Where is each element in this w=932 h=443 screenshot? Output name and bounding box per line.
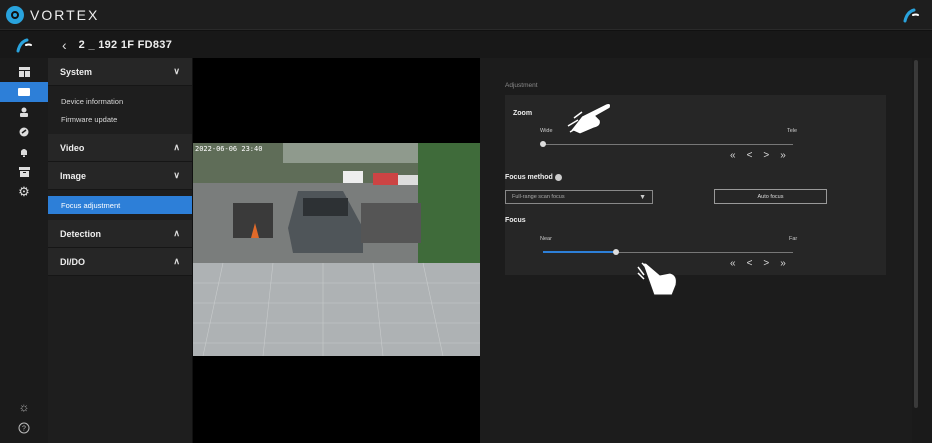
pointing-hand-icon (567, 103, 611, 135)
archive-icon (18, 167, 30, 177)
chevron-up-icon: ∧ (173, 142, 180, 152)
menu-item-firmware-update[interactable]: Firmware update (48, 110, 192, 128)
menu-section-video[interactable]: Video ∧ (48, 134, 192, 162)
focus-step-far-near-button[interactable]: « (730, 258, 736, 269)
icon-rail: ⚙ ☼ ? (0, 58, 48, 443)
info-icon[interactable] (555, 174, 562, 181)
menu-item-focus-adjustment[interactable]: Focus adjustment (48, 196, 192, 214)
settings-menu: System ∨ Device information Firmware upda… (48, 58, 193, 443)
vortex-swoosh-icon[interactable] (902, 6, 920, 24)
focus-slider-fill (543, 251, 616, 253)
rail-camera[interactable] (0, 82, 48, 102)
menu-item-device-information[interactable]: Device information (48, 92, 192, 110)
focus-step-far-far-button[interactable]: » (780, 258, 786, 269)
focus-step-near-button[interactable]: < (747, 258, 753, 269)
page-scrollbar[interactable] (912, 58, 932, 443)
adjustment-pane: Adjustment Zoom Wide Tele « < > » Focus … (480, 58, 912, 443)
focus-label: Focus (505, 217, 526, 224)
zoom-step-far-tele-button[interactable]: » (780, 150, 786, 161)
focus-step-far-button[interactable]: > (763, 258, 769, 269)
svg-text:?: ? (22, 426, 26, 433)
camera-live-view[interactable]: 2022-06-06 23:40 (193, 143, 480, 356)
zoom-step-tele-button[interactable]: > (763, 150, 769, 161)
help-icon[interactable]: ? (0, 422, 48, 434)
focus-near-label: Near (540, 236, 552, 242)
rail-tag[interactable] (0, 122, 48, 142)
zoom-step-far-wide-button[interactable]: « (730, 150, 736, 161)
rail-user[interactable] (0, 102, 48, 122)
chevron-left-icon[interactable]: ‹ (62, 37, 67, 53)
image-sub-list: Focus adjustment (48, 190, 192, 220)
section-label: Video (60, 142, 85, 153)
focus-far-label: Far (789, 236, 798, 242)
rail-settings[interactable]: ⚙ (0, 182, 48, 202)
chevron-up-icon: ∧ (173, 228, 180, 238)
tag-icon (19, 127, 29, 137)
zoom-step-wide-button[interactable]: < (747, 150, 753, 161)
focus-method-value: Full-range scan focus (512, 194, 565, 200)
chevron-up-icon: ∧ (173, 256, 180, 266)
vortex-swoosh-icon (16, 38, 32, 52)
camera-scene-image (193, 143, 480, 356)
dashboard-icon (18, 67, 30, 77)
section-label: Detection (60, 228, 102, 239)
chevron-down-icon: ∨ (173, 66, 180, 76)
pointing-hand-icon (637, 262, 677, 296)
bell-icon (21, 149, 27, 157)
adjustment-heading: Adjustment (505, 82, 538, 89)
zoom-label: Zoom (513, 110, 533, 117)
section-label: System (60, 66, 93, 77)
video-timestamp: 2022-06-06 23:40 (195, 145, 263, 153)
system-sub-list: Device information Firmware update (48, 86, 192, 134)
sun-icon[interactable]: ☼ (0, 400, 48, 414)
menu-section-system[interactable]: System ∨ (48, 58, 192, 86)
zoom-nav: « < > » (730, 150, 786, 161)
camera-icon (18, 88, 30, 96)
zoom-tele-label: Tele (787, 128, 798, 134)
focus-method-select[interactable]: Full-range scan focus ▼ (505, 190, 653, 204)
adjustment-panel: Zoom Wide Tele « < > » Focus method Full… (505, 95, 886, 275)
device-name: 2 _ 192 1F FD837 (78, 38, 173, 51)
zoom-wide-label: Wide (540, 128, 553, 134)
caret-down-icon: ▼ (639, 193, 646, 201)
live-view-pane: 2022-06-06 23:40 (193, 58, 480, 443)
scrollbar-thumb[interactable] (914, 60, 918, 408)
section-label: Image (60, 170, 87, 181)
help-circle-glyph: ? (18, 422, 30, 434)
focus-slider-handle[interactable] (612, 249, 619, 255)
user-icon (20, 107, 28, 117)
menu-section-dido[interactable]: DI/DO ∧ (48, 248, 192, 276)
menu-section-image[interactable]: Image ∨ (48, 162, 192, 190)
brand: VORTEX (0, 5, 100, 24)
zoom-slider-handle[interactable] (540, 141, 546, 147)
rail-archive[interactable] (0, 162, 48, 182)
top-bar: VORTEX (0, 0, 932, 30)
app-window: VORTEX ‹ 2 _ 192 1F FD837 ⚙ ☼ ? System ∨… (0, 0, 932, 443)
device-bar: ‹ 2 _ 192 1F FD837 (0, 31, 932, 58)
brand-name: VORTEX (30, 6, 100, 23)
section-label: DI/DO (60, 256, 86, 267)
rail-bell[interactable] (0, 142, 48, 162)
gear-icon: ⚙ (18, 184, 30, 199)
menu-section-detection[interactable]: Detection ∧ (48, 220, 192, 248)
auto-focus-button[interactable]: Auto focus (714, 189, 827, 204)
focus-method-label: Focus method (505, 174, 553, 181)
rail-dashboard[interactable] (0, 62, 48, 82)
chevron-down-icon: ∨ (173, 170, 180, 180)
brand-logo-icon (6, 5, 24, 24)
zoom-slider-track[interactable] (543, 144, 793, 145)
focus-nav: « < > » (730, 258, 786, 269)
device-logo (0, 36, 48, 54)
